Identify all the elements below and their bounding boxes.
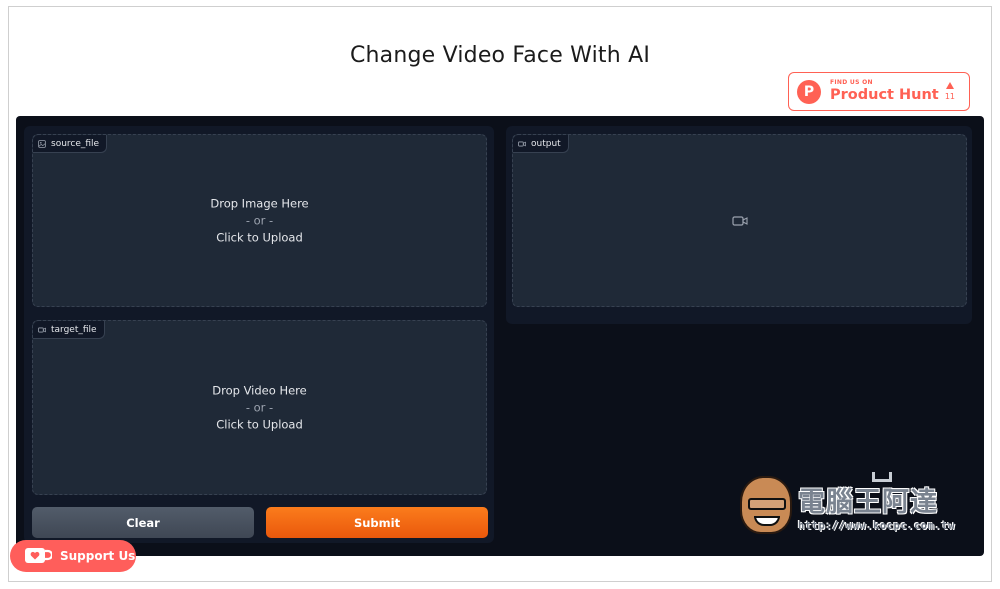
product-hunt-badge[interactable]: P FIND US ON Product Hunt 11 [788, 72, 970, 111]
source-file-label-text: source_file [51, 138, 100, 149]
target-file-dropzone[interactable]: target_file Drop Video Here - or - Click… [32, 320, 487, 495]
output-video-panel: output [512, 134, 967, 307]
support-us-label: Support Us [60, 549, 136, 563]
or-separator: - or - [245, 213, 274, 227]
output-column: output [506, 126, 972, 324]
site-watermark: 電腦王阿達 http://www.kocpc.com.tw [740, 472, 976, 542]
video-icon [38, 327, 46, 332]
vote-count: 11 [944, 92, 955, 101]
or-separator: - or - [245, 400, 274, 414]
coffee-cup-icon [25, 548, 52, 563]
target-file-label-text: target_file [51, 324, 97, 335]
product-hunt-logo-icon: P [797, 79, 821, 104]
source-file-dropzone[interactable]: source_file Drop Image Here - or - Click… [32, 134, 487, 307]
drop-video-text: Drop Video Here [212, 383, 307, 397]
click-to-upload-text: Click to Upload [216, 417, 303, 431]
product-hunt-name: Product Hunt [830, 87, 939, 104]
output-label-text: output [531, 138, 561, 149]
image-icon [38, 139, 46, 148]
mascot-face-icon [740, 476, 792, 534]
source-drop-text: Drop Image Here - or - Click to Upload [33, 195, 486, 246]
submit-button[interactable]: Submit [266, 507, 488, 538]
clear-button[interactable]: Clear [32, 507, 254, 538]
watermark-url: http://www.kocpc.com.tw [798, 520, 955, 532]
target-file-label: target_file [33, 321, 105, 339]
support-us-button[interactable]: Support Us [10, 540, 136, 572]
drop-image-text: Drop Image Here [210, 196, 309, 210]
video-icon [518, 141, 526, 146]
output-label: output [513, 135, 569, 153]
click-to-upload-text: Click to Upload [216, 230, 303, 244]
upvote-arrow-icon [945, 82, 954, 89]
product-hunt-votes: 11 [945, 82, 955, 101]
source-file-label: source_file [33, 135, 108, 153]
watermark-title: 電腦王阿達 [798, 487, 938, 518]
product-hunt-small-text: FIND US ON [830, 79, 873, 87]
target-drop-text: Drop Video Here - or - Click to Upload [33, 382, 486, 433]
input-column: source_file Drop Image Here - or - Click… [24, 126, 494, 543]
page-title: Change Video Face With AI [349, 43, 651, 68]
video-placeholder-icon [731, 215, 748, 226]
